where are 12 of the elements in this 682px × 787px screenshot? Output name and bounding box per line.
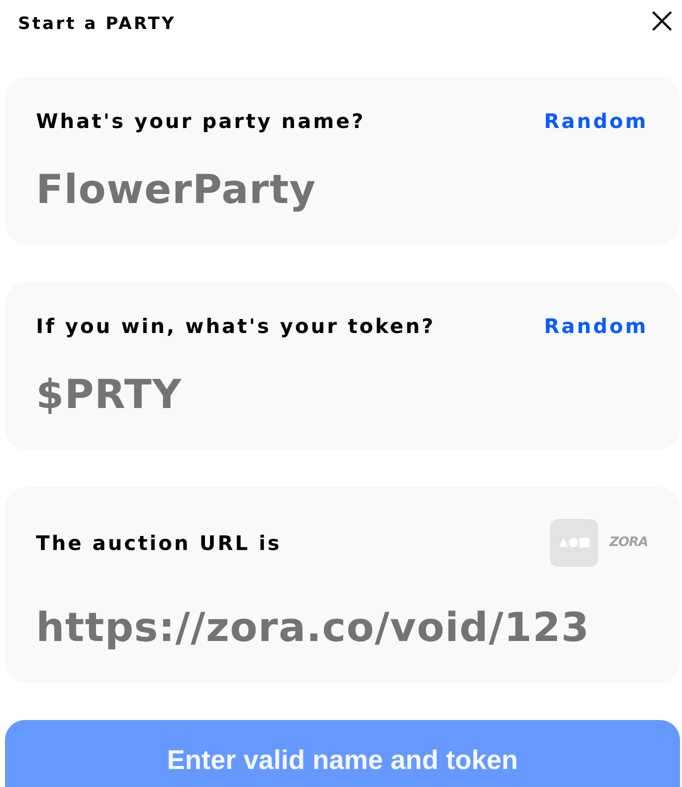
random-button[interactable]: Random	[544, 109, 648, 133]
random-button[interactable]: Random	[544, 314, 648, 338]
field-label: What's your party name?	[36, 109, 366, 133]
zora-logo: ZORA	[609, 535, 648, 551]
shapes-icon	[550, 519, 598, 567]
close-icon[interactable]	[652, 11, 672, 31]
url-field[interactable]: https://zora.co/void/123	[36, 605, 648, 651]
text-field[interactable]: $PRTY	[36, 372, 648, 418]
field-label: The auction URL is	[36, 531, 282, 555]
field-label: If you win, what's your token?	[36, 314, 436, 338]
dialog-title: Start a PARTY	[18, 14, 176, 34]
text-field[interactable]: FlowerParty	[36, 167, 648, 213]
